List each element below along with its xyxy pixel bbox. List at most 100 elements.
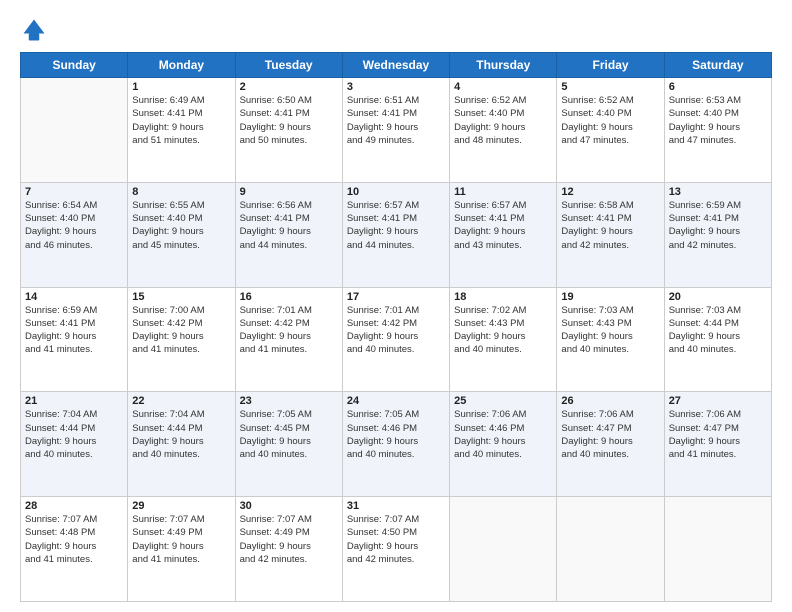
calendar-header-saturday: Saturday xyxy=(664,53,771,78)
day-number: 16 xyxy=(240,291,338,303)
calendar-day: 2Sunrise: 6:50 AM Sunset: 4:41 PM Daylig… xyxy=(235,78,342,183)
day-number: 30 xyxy=(240,500,338,512)
calendar-day: 30Sunrise: 7:07 AM Sunset: 4:49 PM Dayli… xyxy=(235,497,342,602)
day-info: Sunrise: 7:07 AM Sunset: 4:49 PM Dayligh… xyxy=(132,513,230,566)
day-info: Sunrise: 6:50 AM Sunset: 4:41 PM Dayligh… xyxy=(240,94,338,147)
calendar-day: 27Sunrise: 7:06 AM Sunset: 4:47 PM Dayli… xyxy=(664,392,771,497)
calendar-day: 8Sunrise: 6:55 AM Sunset: 4:40 PM Daylig… xyxy=(128,182,235,287)
day-info: Sunrise: 6:55 AM Sunset: 4:40 PM Dayligh… xyxy=(132,199,230,252)
day-number: 2 xyxy=(240,81,338,93)
day-number: 1 xyxy=(132,81,230,93)
page: SundayMondayTuesdayWednesdayThursdayFrid… xyxy=(0,0,792,612)
calendar-day: 18Sunrise: 7:02 AM Sunset: 4:43 PM Dayli… xyxy=(450,287,557,392)
calendar-day xyxy=(557,497,664,602)
calendar-header-row: SundayMondayTuesdayWednesdayThursdayFrid… xyxy=(21,53,772,78)
day-number: 9 xyxy=(240,186,338,198)
day-info: Sunrise: 7:06 AM Sunset: 4:47 PM Dayligh… xyxy=(561,408,659,461)
day-info: Sunrise: 6:59 AM Sunset: 4:41 PM Dayligh… xyxy=(25,304,123,357)
day-number: 3 xyxy=(347,81,445,93)
day-info: Sunrise: 7:06 AM Sunset: 4:46 PM Dayligh… xyxy=(454,408,552,461)
calendar-day: 22Sunrise: 7:04 AM Sunset: 4:44 PM Dayli… xyxy=(128,392,235,497)
day-info: Sunrise: 6:58 AM Sunset: 4:41 PM Dayligh… xyxy=(561,199,659,252)
calendar-header-thursday: Thursday xyxy=(450,53,557,78)
day-number: 26 xyxy=(561,395,659,407)
calendar-day xyxy=(664,497,771,602)
day-info: Sunrise: 7:01 AM Sunset: 4:42 PM Dayligh… xyxy=(240,304,338,357)
day-info: Sunrise: 6:57 AM Sunset: 4:41 PM Dayligh… xyxy=(454,199,552,252)
day-number: 17 xyxy=(347,291,445,303)
day-number: 10 xyxy=(347,186,445,198)
day-info: Sunrise: 6:49 AM Sunset: 4:41 PM Dayligh… xyxy=(132,94,230,147)
calendar-day: 19Sunrise: 7:03 AM Sunset: 4:43 PM Dayli… xyxy=(557,287,664,392)
day-info: Sunrise: 6:52 AM Sunset: 4:40 PM Dayligh… xyxy=(454,94,552,147)
day-number: 13 xyxy=(669,186,767,198)
calendar-day: 1Sunrise: 6:49 AM Sunset: 4:41 PM Daylig… xyxy=(128,78,235,183)
day-number: 18 xyxy=(454,291,552,303)
calendar-day: 3Sunrise: 6:51 AM Sunset: 4:41 PM Daylig… xyxy=(342,78,449,183)
calendar-day: 29Sunrise: 7:07 AM Sunset: 4:49 PM Dayli… xyxy=(128,497,235,602)
calendar-day: 26Sunrise: 7:06 AM Sunset: 4:47 PM Dayli… xyxy=(557,392,664,497)
calendar-day: 10Sunrise: 6:57 AM Sunset: 4:41 PM Dayli… xyxy=(342,182,449,287)
logo-icon xyxy=(20,16,48,44)
calendar-week-1: 1Sunrise: 6:49 AM Sunset: 4:41 PM Daylig… xyxy=(21,78,772,183)
day-number: 25 xyxy=(454,395,552,407)
day-number: 24 xyxy=(347,395,445,407)
calendar-day: 17Sunrise: 7:01 AM Sunset: 4:42 PM Dayli… xyxy=(342,287,449,392)
day-info: Sunrise: 6:59 AM Sunset: 4:41 PM Dayligh… xyxy=(669,199,767,252)
calendar-day: 23Sunrise: 7:05 AM Sunset: 4:45 PM Dayli… xyxy=(235,392,342,497)
day-info: Sunrise: 6:53 AM Sunset: 4:40 PM Dayligh… xyxy=(669,94,767,147)
header xyxy=(20,16,772,44)
day-info: Sunrise: 7:01 AM Sunset: 4:42 PM Dayligh… xyxy=(347,304,445,357)
day-info: Sunrise: 7:07 AM Sunset: 4:50 PM Dayligh… xyxy=(347,513,445,566)
calendar-day: 9Sunrise: 6:56 AM Sunset: 4:41 PM Daylig… xyxy=(235,182,342,287)
day-number: 20 xyxy=(669,291,767,303)
day-info: Sunrise: 7:03 AM Sunset: 4:43 PM Dayligh… xyxy=(561,304,659,357)
calendar-day: 15Sunrise: 7:00 AM Sunset: 4:42 PM Dayli… xyxy=(128,287,235,392)
day-number: 11 xyxy=(454,186,552,198)
calendar-week-5: 28Sunrise: 7:07 AM Sunset: 4:48 PM Dayli… xyxy=(21,497,772,602)
day-info: Sunrise: 7:02 AM Sunset: 4:43 PM Dayligh… xyxy=(454,304,552,357)
day-number: 12 xyxy=(561,186,659,198)
day-number: 29 xyxy=(132,500,230,512)
day-info: Sunrise: 6:51 AM Sunset: 4:41 PM Dayligh… xyxy=(347,94,445,147)
day-number: 15 xyxy=(132,291,230,303)
calendar-day: 12Sunrise: 6:58 AM Sunset: 4:41 PM Dayli… xyxy=(557,182,664,287)
calendar-day: 14Sunrise: 6:59 AM Sunset: 4:41 PM Dayli… xyxy=(21,287,128,392)
day-info: Sunrise: 7:03 AM Sunset: 4:44 PM Dayligh… xyxy=(669,304,767,357)
calendar-header-friday: Friday xyxy=(557,53,664,78)
day-info: Sunrise: 7:04 AM Sunset: 4:44 PM Dayligh… xyxy=(25,408,123,461)
calendar-header-tuesday: Tuesday xyxy=(235,53,342,78)
calendar-day: 16Sunrise: 7:01 AM Sunset: 4:42 PM Dayli… xyxy=(235,287,342,392)
calendar-week-3: 14Sunrise: 6:59 AM Sunset: 4:41 PM Dayli… xyxy=(21,287,772,392)
calendar-day: 31Sunrise: 7:07 AM Sunset: 4:50 PM Dayli… xyxy=(342,497,449,602)
calendar-day: 4Sunrise: 6:52 AM Sunset: 4:40 PM Daylig… xyxy=(450,78,557,183)
day-number: 8 xyxy=(132,186,230,198)
calendar-day: 5Sunrise: 6:52 AM Sunset: 4:40 PM Daylig… xyxy=(557,78,664,183)
calendar-day: 28Sunrise: 7:07 AM Sunset: 4:48 PM Dayli… xyxy=(21,497,128,602)
day-number: 7 xyxy=(25,186,123,198)
calendar-day: 20Sunrise: 7:03 AM Sunset: 4:44 PM Dayli… xyxy=(664,287,771,392)
calendar-day: 24Sunrise: 7:05 AM Sunset: 4:46 PM Dayli… xyxy=(342,392,449,497)
day-info: Sunrise: 6:54 AM Sunset: 4:40 PM Dayligh… xyxy=(25,199,123,252)
day-number: 28 xyxy=(25,500,123,512)
calendar-day: 21Sunrise: 7:04 AM Sunset: 4:44 PM Dayli… xyxy=(21,392,128,497)
calendar-header-monday: Monday xyxy=(128,53,235,78)
calendar-day: 6Sunrise: 6:53 AM Sunset: 4:40 PM Daylig… xyxy=(664,78,771,183)
calendar-day xyxy=(450,497,557,602)
day-info: Sunrise: 7:07 AM Sunset: 4:48 PM Dayligh… xyxy=(25,513,123,566)
calendar-day xyxy=(21,78,128,183)
day-info: Sunrise: 7:05 AM Sunset: 4:45 PM Dayligh… xyxy=(240,408,338,461)
day-info: Sunrise: 6:56 AM Sunset: 4:41 PM Dayligh… xyxy=(240,199,338,252)
day-info: Sunrise: 6:57 AM Sunset: 4:41 PM Dayligh… xyxy=(347,199,445,252)
day-info: Sunrise: 7:05 AM Sunset: 4:46 PM Dayligh… xyxy=(347,408,445,461)
day-info: Sunrise: 7:06 AM Sunset: 4:47 PM Dayligh… xyxy=(669,408,767,461)
day-number: 23 xyxy=(240,395,338,407)
calendar-table: SundayMondayTuesdayWednesdayThursdayFrid… xyxy=(20,52,772,602)
day-info: Sunrise: 7:00 AM Sunset: 4:42 PM Dayligh… xyxy=(132,304,230,357)
calendar-week-4: 21Sunrise: 7:04 AM Sunset: 4:44 PM Dayli… xyxy=(21,392,772,497)
calendar-header-sunday: Sunday xyxy=(21,53,128,78)
day-info: Sunrise: 7:07 AM Sunset: 4:49 PM Dayligh… xyxy=(240,513,338,566)
day-number: 22 xyxy=(132,395,230,407)
day-number: 5 xyxy=(561,81,659,93)
day-number: 31 xyxy=(347,500,445,512)
